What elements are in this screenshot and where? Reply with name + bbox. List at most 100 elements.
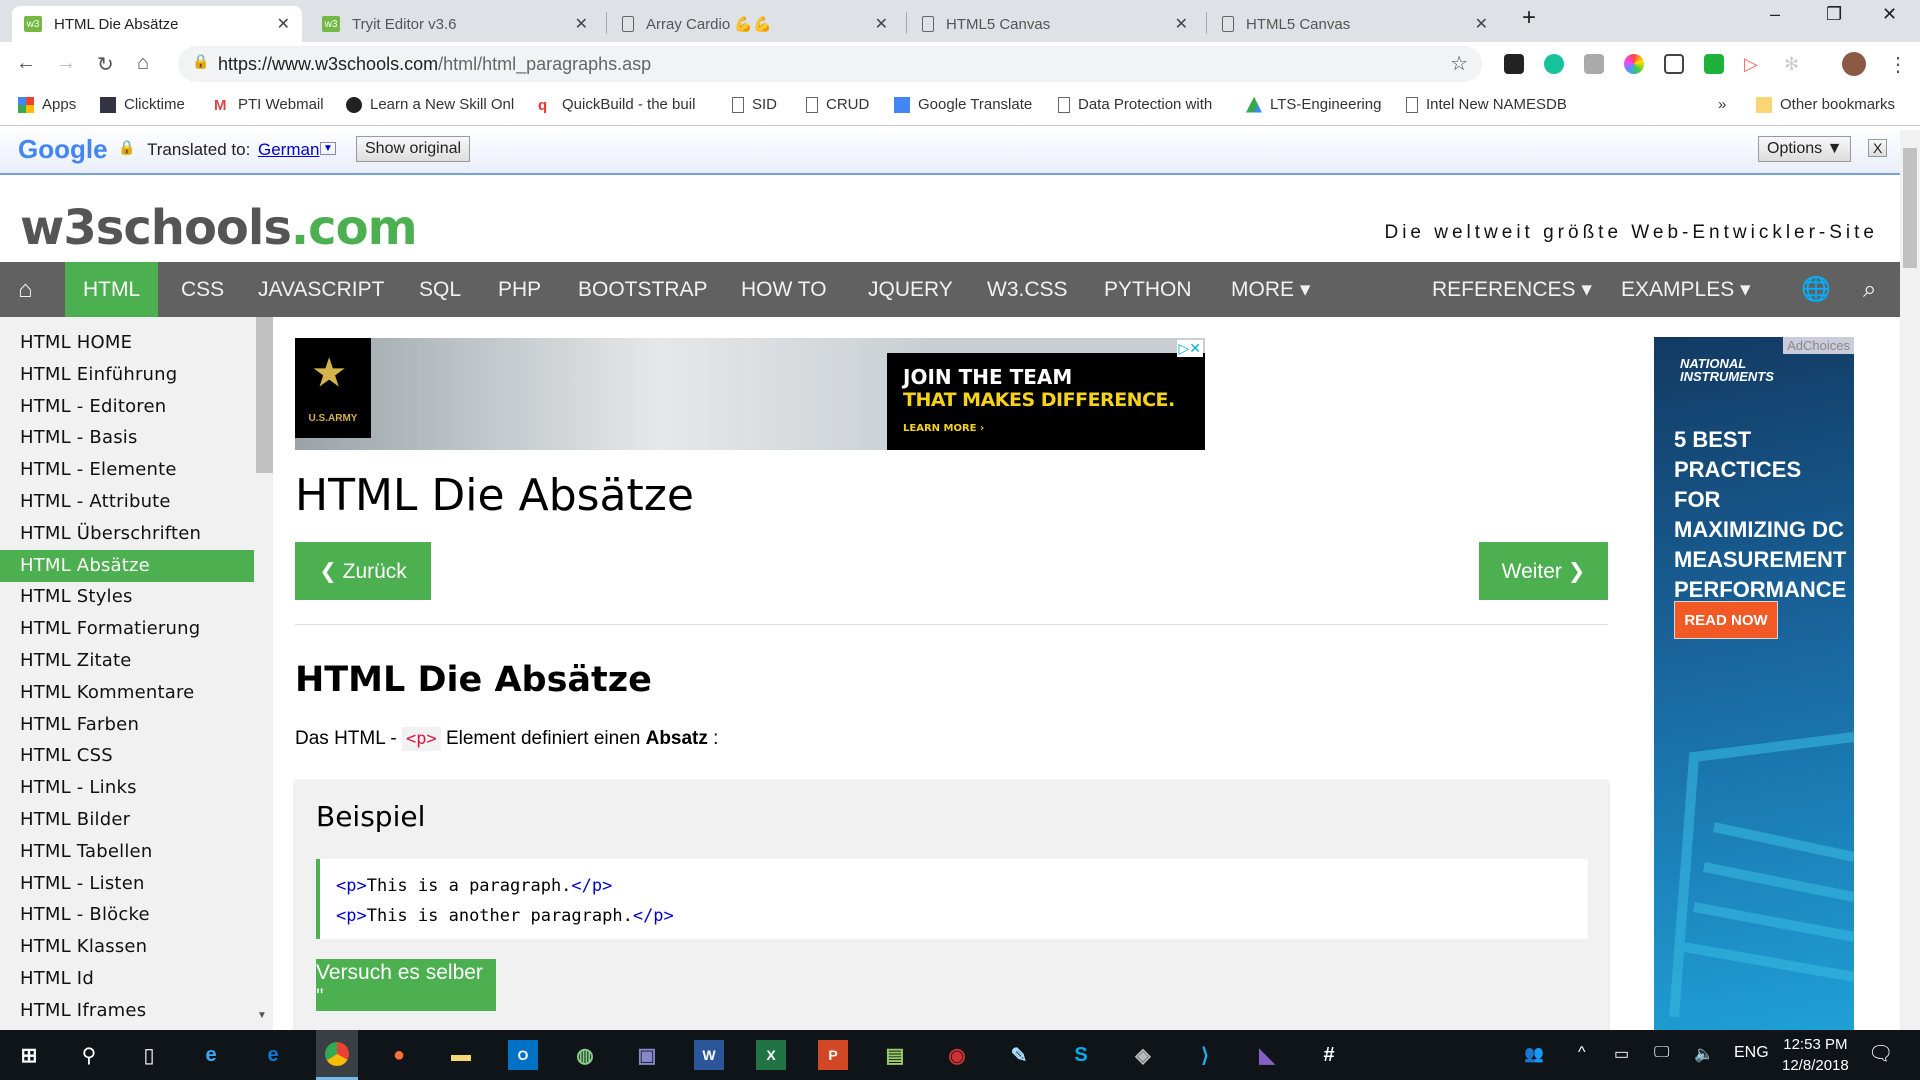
sidebar-item[interactable]: HTML Farben xyxy=(0,709,254,741)
sidebar-item[interactable]: HTML - Attribute xyxy=(0,486,254,518)
paint-icon[interactable]: ✎ xyxy=(1004,1040,1034,1070)
home-icon[interactable]: ⌂ xyxy=(137,52,149,75)
bookmark-sid[interactable]: SID xyxy=(732,96,777,113)
bookmark-data-protection[interactable]: Data Protection with xyxy=(1058,96,1218,113)
visual-studio-icon[interactable]: ◣ xyxy=(1252,1040,1282,1070)
firefox-icon[interactable]: ● xyxy=(384,1040,414,1070)
previous-button[interactable]: ❮ Zurück xyxy=(295,542,431,600)
sidebar-item[interactable]: HTML Bilder xyxy=(0,804,254,836)
show-original-button[interactable]: Show original xyxy=(356,136,471,162)
nav-examples[interactable]: EXAMPLES ▾ xyxy=(1603,262,1769,317)
remote-desktop-icon[interactable]: ▣ xyxy=(632,1040,662,1070)
excel-icon[interactable]: X xyxy=(756,1040,786,1070)
grammarly-extension-icon[interactable] xyxy=(1544,54,1564,74)
close-tab-icon[interactable]: ✕ xyxy=(1475,14,1488,34)
sidebar-item[interactable]: HTML Tabellen xyxy=(0,836,254,868)
sidebar-item[interactable]: HTML - Links xyxy=(0,772,254,804)
ni-read-now-button[interactable]: READ NOW xyxy=(1674,601,1778,639)
chrome-icon[interactable] xyxy=(316,1030,358,1080)
app-icon[interactable]: ◉ xyxy=(942,1040,972,1070)
bookmark-apps[interactable]: Apps xyxy=(18,96,76,113)
sidebar-item[interactable]: HTML - Blöcke xyxy=(0,899,254,931)
sidebar-item[interactable]: HTML - Editoren xyxy=(0,391,254,423)
windows-start-icon[interactable]: ⊞ xyxy=(14,1040,44,1070)
close-translate-button[interactable]: X xyxy=(1868,139,1888,157)
cast-extension-icon[interactable]: ▷ xyxy=(1744,54,1764,74)
bookmarks-overflow-button[interactable]: » xyxy=(1718,96,1726,113)
megaphone-extension-icon[interactable] xyxy=(1664,54,1684,74)
task-view-icon[interactable]: ▯ xyxy=(134,1040,164,1070)
nav-bootstrap[interactable]: BOOTSTRAP xyxy=(560,262,726,317)
bookmark-quickbuild[interactable]: q QuickBuild - the buil xyxy=(538,96,710,113)
sidebar-scroll-thumb[interactable] xyxy=(256,317,273,473)
snowflake-extension-icon[interactable]: ✻ xyxy=(1784,54,1804,74)
page-scroll-thumb[interactable] xyxy=(1903,148,1917,268)
close-tab-icon[interactable]: ✕ xyxy=(575,14,588,34)
w3schools-logo[interactable]: w3schools.com xyxy=(20,200,418,256)
nav-css[interactable]: CSS xyxy=(163,262,242,317)
bookmark-star-icon[interactable]: ☆ xyxy=(1450,51,1468,76)
nav-sql[interactable]: SQL xyxy=(401,262,479,317)
language-dropdown-icon[interactable]: ▼ xyxy=(320,142,336,155)
army-learn-more[interactable]: LEARN MORE › xyxy=(903,423,1189,434)
sidebar-item[interactable]: HTML Id xyxy=(0,963,254,995)
bookmark-pti-webmail[interactable]: M PTI Webmail xyxy=(214,96,324,114)
nav-jquery[interactable]: JQUERY xyxy=(850,262,971,317)
sidebar-item[interactable]: HTML Absätze xyxy=(0,549,254,582)
close-tab-icon[interactable]: ✕ xyxy=(875,14,888,34)
bookmark-lts-engineering[interactable]: LTS-Engineering xyxy=(1246,96,1381,113)
bookmark-clicktime[interactable]: Clicktime xyxy=(100,96,185,113)
volume-icon[interactable]: 🔈 xyxy=(1694,1044,1714,1064)
sidebar-item[interactable]: HTML Klassen xyxy=(0,931,254,963)
network-icon[interactable]: 🖵 xyxy=(1654,1044,1669,1062)
show-hidden-icons-chevron[interactable]: ^ xyxy=(1578,1044,1586,1062)
page-scrollbar[interactable] xyxy=(1900,130,1920,1030)
restore-button[interactable]: ❐ xyxy=(1826,4,1842,25)
bookmark-intel-namesdb[interactable]: Intel New NAMESDB xyxy=(1406,96,1567,113)
sidebar-item[interactable]: HTML Styles xyxy=(0,581,254,613)
army-ad-banner[interactable]: ★ U.S.ARMY JOIN THE TEAM THAT MAKES DIFFE… xyxy=(295,338,1205,450)
battery-icon[interactable]: ▭ xyxy=(1614,1044,1629,1064)
tab-array-cardio[interactable]: Array Cardio 💪💪 ✕ xyxy=(610,6,900,42)
file-explorer-icon[interactable]: ▬ xyxy=(446,1040,476,1070)
clock[interactable]: 12:53 PM 12/8/2018 xyxy=(1782,1034,1849,1076)
search-icon[interactable]: ⚲ xyxy=(74,1040,104,1070)
bookmark-crud[interactable]: CRUD xyxy=(806,96,869,113)
action-center-icon[interactable]: 🗨 xyxy=(1868,1041,1893,1066)
nav-how-to[interactable]: HOW TO xyxy=(723,262,845,317)
checkmark-extension-icon[interactable] xyxy=(1504,54,1524,74)
sidebar-item[interactable]: HTML Zitate xyxy=(0,645,254,677)
profile-avatar[interactable] xyxy=(1842,52,1866,76)
sidebar-item[interactable]: HTML Überschriften xyxy=(0,518,254,550)
sidebar-item[interactable]: HTML - Basis xyxy=(0,422,254,454)
next-button[interactable]: Weiter ❯ xyxy=(1479,542,1608,600)
adchoices-close-icon[interactable]: ▷✕ xyxy=(1176,340,1203,357)
tab-html5-canvas-2[interactable]: HTML5 Canvas ✕ xyxy=(1210,6,1500,42)
try-it-yourself-button[interactable]: Versuch es selber " xyxy=(316,959,496,1011)
sidebar-item[interactable]: HTML Iframes xyxy=(0,995,254,1027)
language-select[interactable]: German xyxy=(258,140,319,160)
menu-kebab-icon[interactable]: ⋮ xyxy=(1888,52,1908,77)
skype-icon[interactable]: S xyxy=(1066,1040,1096,1070)
ts-extension-icon[interactable] xyxy=(1704,54,1724,74)
app-icon[interactable]: ◈ xyxy=(1128,1040,1158,1070)
notepad-plus-icon[interactable]: ▤ xyxy=(880,1040,910,1070)
address-bar[interactable]: 🔒 https://www.w3schools.com/html/html_pa… xyxy=(178,46,1482,82)
language-indicator[interactable]: ENG xyxy=(1734,1044,1769,1062)
nav-python[interactable]: PYTHON xyxy=(1086,262,1210,317)
home-icon[interactable]: ⌂ xyxy=(0,262,51,317)
search-icon[interactable]: ⌕ xyxy=(1845,262,1894,317)
tab-html-absaetze[interactable]: w3 HTML Die Absätze ✕ xyxy=(12,6,302,42)
new-tab-button[interactable]: + xyxy=(1522,4,1536,32)
g-extension-icon[interactable] xyxy=(1584,54,1604,74)
close-window-button[interactable]: ✕ xyxy=(1882,4,1897,25)
sidebar-item[interactable]: HTML - Listen xyxy=(0,868,254,900)
people-icon[interactable]: 👥 xyxy=(1524,1044,1544,1064)
back-icon[interactable]: ← xyxy=(16,52,36,75)
nav-php[interactable]: PHP xyxy=(480,262,559,317)
edge-icon[interactable]: e xyxy=(258,1040,288,1070)
word-icon[interactable]: W xyxy=(694,1040,724,1070)
nav-w3css[interactable]: W3.CSS xyxy=(969,262,1086,317)
bookmark-google-translate[interactable]: Google Translate xyxy=(894,96,1032,113)
nav-html[interactable]: HTML xyxy=(65,262,159,317)
